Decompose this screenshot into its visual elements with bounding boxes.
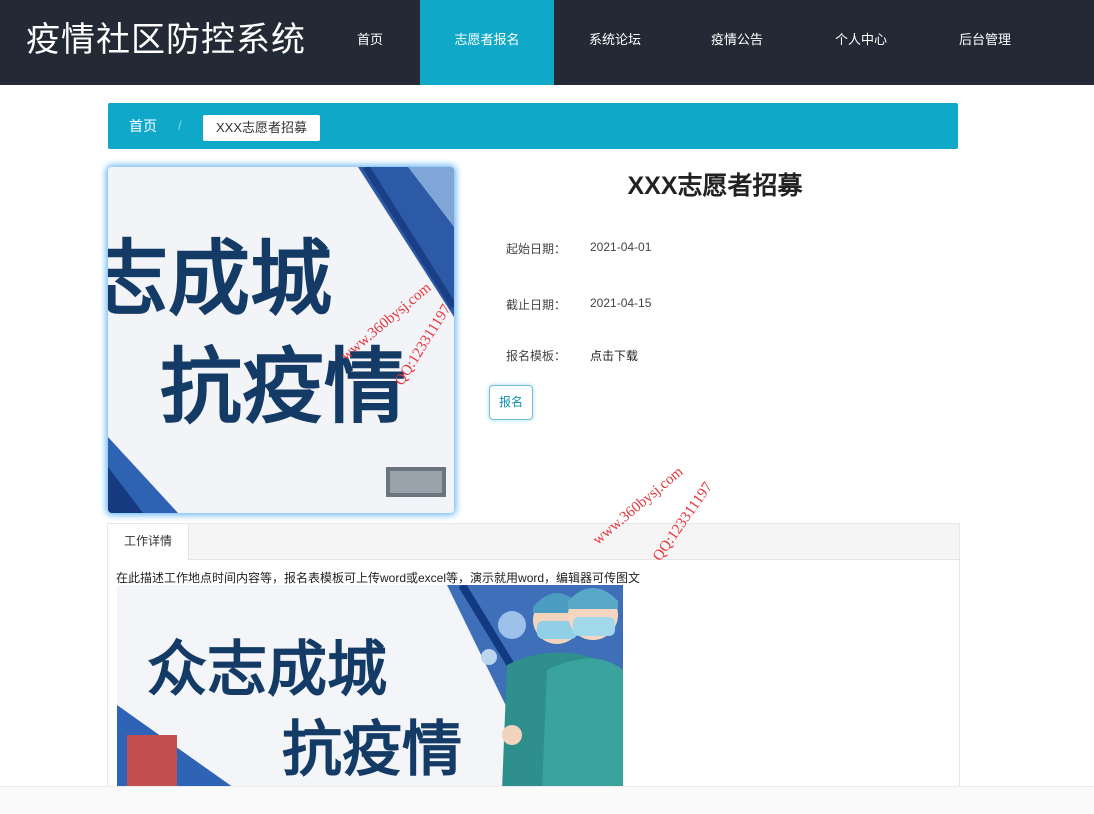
end-date-label: 截止日期： (506, 298, 567, 312)
page-bottom-strip (0, 786, 1094, 814)
work-description: 在此描述工作地点时间内容等，报名表模板可上传word或excel等，演示就用wo… (116, 571, 641, 585)
breadcrumb: 首页 / XXX志愿者招募 (108, 103, 958, 149)
detail-image-text-line2: 抗疫情 (282, 715, 462, 785)
recruitment-title: XXX志愿者招募 (627, 172, 803, 200)
template-download-link[interactable]: 点击下载 (590, 347, 638, 364)
nav-announcements[interactable]: 疫情公告 (692, 0, 782, 85)
breadcrumb-home-link[interactable]: 首页 (129, 103, 157, 149)
start-date-value: 2021-04-01 (590, 240, 652, 254)
site-title: 疫情社区防控系统 (26, 20, 306, 60)
tab-bar: 工作详情 (108, 524, 959, 560)
nav-forum[interactable]: 系统论坛 (570, 0, 660, 85)
apply-button[interactable]: 报名 (489, 385, 533, 420)
detail-image-text-line1: 众志成城 (147, 635, 387, 705)
nav-volunteer-signup[interactable]: 志愿者报名 (420, 0, 554, 85)
template-label: 报名模板： (506, 349, 567, 363)
detail-tabs: 工作详情 在此描述工作地点时间内容等，报名表模板可上传word或excel等，演… (107, 523, 960, 814)
poster-text-line2: 抗疫情 (160, 340, 406, 435)
start-date-label: 起始日期： (506, 242, 567, 256)
tab-work-details[interactable]: 工作详情 (108, 524, 189, 560)
top-navbar: 疫情社区防控系统 首页 志愿者报名 系统论坛 疫情公告 个人中心 后台管理 (0, 0, 1094, 85)
work-detail-image: 众志成城 抗疫情 (117, 585, 623, 790)
nav-personal-center[interactable]: 个人中心 (816, 0, 906, 85)
recruitment-poster-image: 志成城 抗疫情 (108, 167, 454, 513)
poster-text-line1: 志成城 (108, 232, 332, 327)
end-date-value: 2021-04-15 (590, 296, 652, 310)
breadcrumb-separator: / (178, 118, 182, 133)
breadcrumb-current: XXX志愿者招募 (203, 115, 321, 141)
nav-admin[interactable]: 后台管理 (940, 0, 1030, 85)
nav-home[interactable]: 首页 (330, 0, 410, 85)
